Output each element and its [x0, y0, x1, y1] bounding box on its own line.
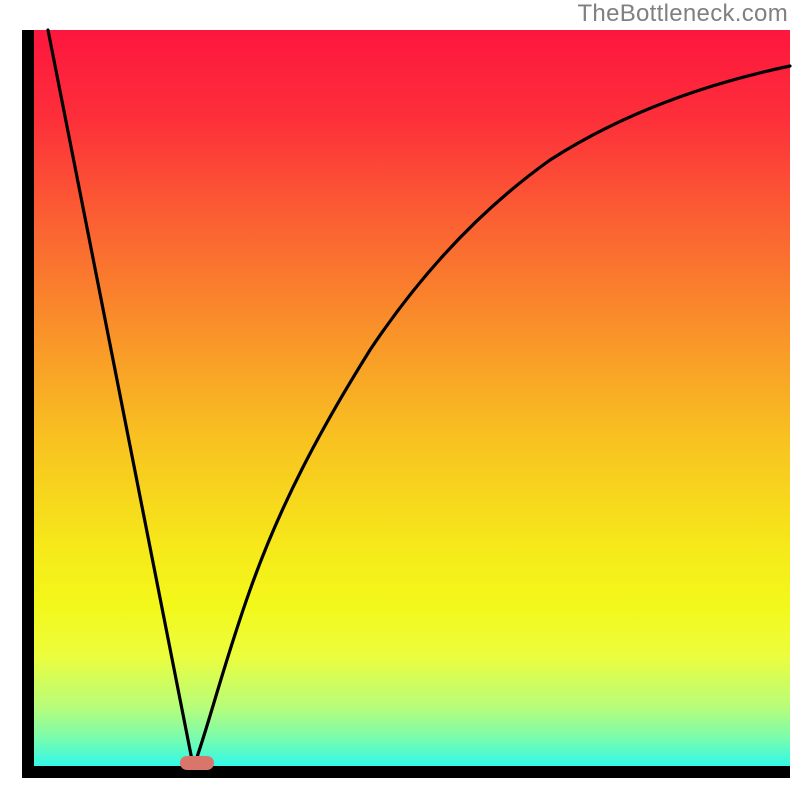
- chart-svg: [0, 0, 800, 800]
- min-marker: [180, 756, 214, 770]
- watermark-text: TheBottleneck.com: [577, 0, 788, 28]
- plot-background: [34, 30, 790, 766]
- chart-container: TheBottleneck.com: [0, 0, 800, 800]
